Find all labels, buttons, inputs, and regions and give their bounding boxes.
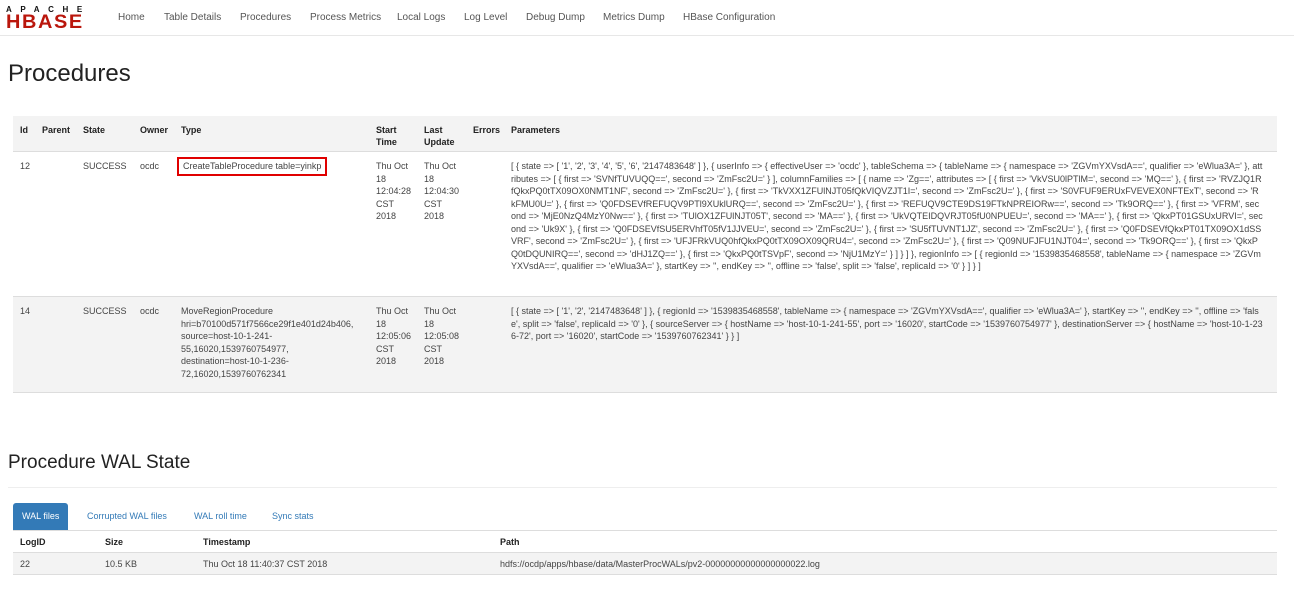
col-start-time-1: Start (376, 125, 397, 135)
col-parameters: Parameters (511, 125, 561, 135)
row-type-highlighted: CreateTableProcedure table=yinkp (177, 157, 328, 176)
row-last-update: Thu Oct 18 12:05:08 CST 2018 (424, 306, 460, 366)
logo-hbase-text: HBASE (6, 12, 84, 33)
row-type: MoveRegionProcedure hri=b70100d571f7566ce… (181, 306, 354, 379)
nav-hbase-configuration[interactable]: HBase Configuration (683, 12, 775, 23)
wal-tabs: WAL files Corrupted WAL files WAL roll t… (13, 503, 1277, 530)
nav-log-level[interactable]: Log Level (464, 12, 507, 23)
col-last-update-1: Last (424, 125, 443, 135)
tab-wal-roll-time[interactable]: WAL roll time (185, 503, 256, 530)
nav-procedures[interactable]: Procedures (240, 12, 291, 23)
nav-home[interactable]: Home (118, 12, 145, 23)
nav-metrics-dump[interactable]: Metrics Dump (603, 12, 665, 23)
col-path: Path (500, 537, 520, 547)
row-start-time: Thu Oct 18 12:04:28 CST 2018 (376, 161, 412, 221)
row-last-update: Thu Oct 18 12:04:30 CST 2018 (424, 161, 460, 221)
nav-table-details[interactable]: Table Details (164, 12, 221, 23)
tab-corrupted-wal-files[interactable]: Corrupted WAL files (78, 503, 176, 530)
nav-process-metrics[interactable]: Process Metrics (310, 12, 381, 23)
col-id: Id (20, 125, 28, 135)
table-row: 22 10.5 KB Thu Oct 18 11:40:37 CST 2018 … (13, 553, 1277, 575)
wal-path: hdfs://ocdp/apps/hbase/data/MasterProcWA… (500, 559, 820, 569)
page-title: Procedures (8, 60, 131, 87)
row-start-time: Thu Oct 18 12:05:06 CST 2018 (376, 306, 412, 366)
nav-debug-dump[interactable]: Debug Dump (526, 12, 585, 23)
row-id: 14 (20, 306, 31, 316)
row-state: SUCCESS (83, 161, 127, 171)
tab-wal-files[interactable]: WAL files (13, 503, 69, 530)
tab-sync-stats[interactable]: Sync stats (263, 503, 323, 530)
divider (8, 487, 1277, 488)
wal-logid: 22 (20, 559, 31, 569)
procedures-table: Id Parent State Owner Type Start Time La… (13, 116, 1277, 393)
col-start-time-2: Time (376, 137, 397, 147)
col-logid: LogID (20, 537, 46, 547)
col-parent: Parent (42, 125, 71, 135)
col-errors: Errors (473, 125, 501, 135)
row-id: 12 (20, 161, 31, 171)
wal-size: 10.5 KB (105, 559, 138, 569)
col-state: State (83, 125, 106, 135)
row-parameters: [ { state => [ '1', '2', '2147483648' ] … (511, 306, 1263, 341)
col-size: Size (105, 537, 124, 547)
wal-files-table: LogID Size Timestamp Path 22 10.5 KB Thu… (13, 531, 1277, 575)
table-row: 14 SUCCESS ocdc MoveRegionProcedure hri=b… (13, 297, 1277, 393)
col-owner: Owner (140, 125, 169, 135)
hbase-logo[interactable]: APACHE HBASE (6, 5, 102, 33)
procedures-table-header: Id Parent State Owner Type Start Time La… (13, 116, 1277, 152)
row-state: SUCCESS (83, 306, 127, 316)
top-navbar: APACHE HBASE Home Table Details Procedur… (0, 0, 1294, 36)
col-timestamp: Timestamp (203, 537, 251, 547)
col-last-update-2: Update (424, 137, 455, 147)
wal-section-title: Procedure WAL State (8, 452, 191, 473)
row-parameters: [ { state => [ '1', '2', '3', '4', '5', … (511, 161, 1263, 271)
wal-table-header: LogID Size Timestamp Path (13, 531, 1277, 553)
col-type: Type (181, 125, 202, 135)
table-row: 12 SUCCESS ocdc CreateTableProcedure tab… (13, 152, 1277, 297)
nav-local-logs[interactable]: Local Logs (397, 12, 445, 23)
row-owner: ocdc (140, 306, 160, 316)
wal-timestamp: Thu Oct 18 11:40:37 CST 2018 (203, 559, 328, 569)
row-owner: ocdc (140, 161, 160, 171)
